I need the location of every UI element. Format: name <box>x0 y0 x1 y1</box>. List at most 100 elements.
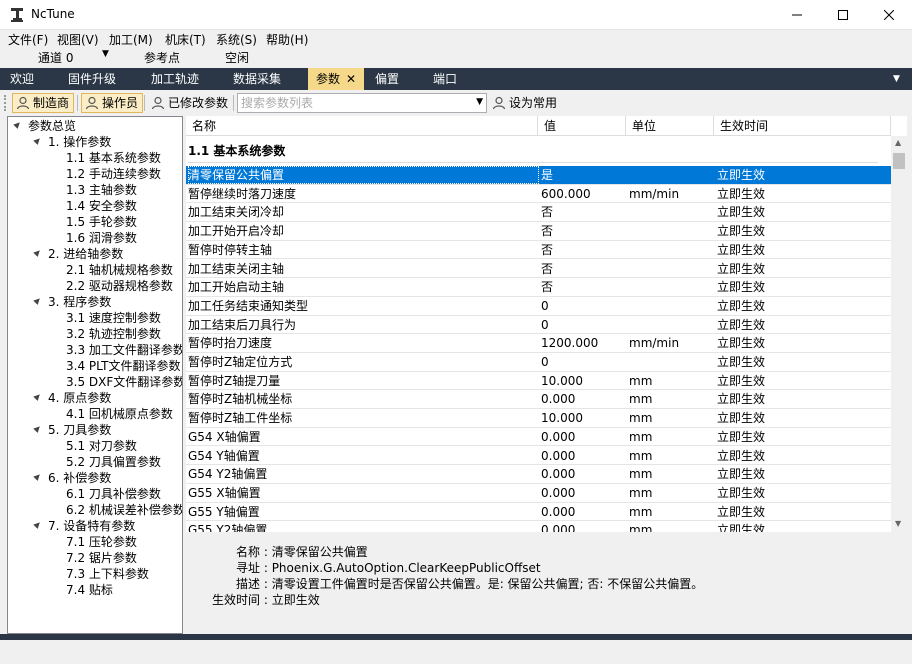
tree-leaf-item[interactable]: 3.2 轨迹控制参数 <box>66 326 161 342</box>
close-button[interactable] <box>866 0 912 30</box>
param-value-cell[interactable]: 1200.000 <box>541 334 626 352</box>
channel-select[interactable]: 通道 0 <box>38 49 73 66</box>
param-value-cell[interactable]: 0 <box>541 316 626 334</box>
menu-file[interactable]: 文件(F) <box>8 31 48 48</box>
tree-group-item[interactable]: ▲ 3. 程序参数 <box>33 294 112 310</box>
menu-process[interactable]: 加工(M) <box>109 31 153 48</box>
tree-leaf-item[interactable]: 4.1 回机械原点参数 <box>66 406 173 422</box>
tree-leaf-item[interactable]: 1.6 润滑参数 <box>66 230 137 246</box>
tree-leaf-item[interactable]: 1.1 基本系统参数 <box>66 150 161 166</box>
tree-group-item[interactable]: ▲ 参数总览 <box>13 118 76 134</box>
param-value-cell[interactable]: 否 <box>541 260 626 278</box>
tree-expand-icon[interactable]: ▲ <box>30 389 48 407</box>
operator-button[interactable]: 操作员 <box>81 93 144 113</box>
param-tree[interactable]: ▲ 参数总览 ▲ 1. 操作参数 1.1 基本系统参数 1.2 手动连续参数 1.3 主轴参… <box>7 116 183 634</box>
set-common-button[interactable]: 设为常用 <box>488 93 562 113</box>
param-value-cell[interactable]: 0.000 <box>541 447 626 465</box>
menu-system[interactable]: 系统(S) <box>216 31 257 48</box>
tree-group-item[interactable]: ▲ 5. 刀具参数 <box>33 422 112 438</box>
column-header-unit[interactable]: 单位 <box>626 116 714 136</box>
chevron-down-icon[interactable]: ▼ <box>476 97 483 107</box>
tree-expand-icon[interactable]: ▲ <box>30 293 48 311</box>
param-row[interactable]: 清零保留公共偏置是 立即生效 <box>186 166 891 185</box>
tree-leaf-item[interactable]: 5.1 对刀参数 <box>66 438 137 454</box>
tab-toolpath[interactable]: 加工轨迹 <box>151 68 199 90</box>
param-value-cell[interactable]: 10.000 <box>541 372 626 390</box>
param-value-cell[interactable]: 0.000 <box>541 428 626 446</box>
tab-offset[interactable]: 偏置 <box>375 68 399 90</box>
column-header-effect[interactable]: 生效时间 <box>714 116 891 136</box>
column-header-name[interactable]: 名称 <box>186 116 538 136</box>
param-row[interactable]: 暂停继续时落刀速度 600.000 mm/min 立即生效 <box>186 185 891 204</box>
tree-expand-icon[interactable]: ▲ <box>30 469 48 487</box>
param-row[interactable]: G54 Y轴偏置 0.000 mm 立即生效 <box>186 447 891 466</box>
tree-leaf-item[interactable]: 6.2 机械误差补偿参数 <box>66 502 182 518</box>
group-header[interactable]: 1.1 基本系统参数 <box>188 142 285 159</box>
param-row[interactable]: 暂停时Z轴工件坐标 10.000 mm 立即生效 <box>186 409 891 428</box>
tree-leaf-item[interactable]: 3.3 加工文件翻译参数 <box>66 342 182 358</box>
param-row[interactable]: 暂停时Z轴机械坐标 0.000 mm 立即生效 <box>186 390 891 410</box>
tree-expand-icon[interactable]: ▲ <box>10 117 28 135</box>
scroll-up-icon[interactable]: ▲ <box>895 138 901 147</box>
tree-leaf-item[interactable]: 1.5 手轮参数 <box>66 214 137 230</box>
param-row[interactable]: 暂停时停转主轴 否 立即生效 <box>186 241 891 260</box>
param-value-cell[interactable]: 0.000 <box>541 484 626 502</box>
tree-leaf-item[interactable]: 1.2 手动连续参数 <box>66 166 161 182</box>
menu-machine[interactable]: 机床(T) <box>165 31 206 48</box>
tree-leaf-item[interactable]: 2.1 轴机械规格参数 <box>66 262 173 278</box>
vertical-scrollbar[interactable]: ▲ ▼ <box>891 136 907 532</box>
tab-list-chevron-icon[interactable]: ▼ <box>893 74 900 84</box>
tree-leaf-item[interactable]: 7.4 贴标 <box>66 582 113 598</box>
param-value-cell[interactable]: 600.000 <box>541 185 626 203</box>
param-value-cell[interactable]: 否 <box>541 278 626 296</box>
param-row[interactable]: G54 X轴偏置 0.000 mm 立即生效 <box>186 428 891 447</box>
tree-leaf-item[interactable]: 7.1 压轮参数 <box>66 534 137 550</box>
tree-leaf-item[interactable]: 2.2 驱动器规格参数 <box>66 278 173 294</box>
param-value-cell[interactable]: 0.000 <box>541 465 626 483</box>
tree-leaf-item[interactable]: 3.5 DXF文件翻译参数 <box>66 374 182 390</box>
tree-leaf-item[interactable]: 6.1 刀具补偿参数 <box>66 486 161 502</box>
tab-port[interactable]: 端口 <box>433 68 457 90</box>
tree-leaf-item[interactable]: 7.3 上下料参数 <box>66 566 149 582</box>
tree-group-item[interactable]: ▲ 4. 原点参数 <box>33 390 112 406</box>
param-value-cell[interactable]: 10.000 <box>541 409 626 427</box>
tree-group-item[interactable]: ▲ 2. 进给轴参数 <box>33 246 124 262</box>
param-value-cell[interactable]: 否 <box>541 203 626 221</box>
param-row[interactable]: 暂停时Z轴提刀量 10.000 mm 立即生效 <box>186 372 891 391</box>
column-header-value[interactable]: 值 <box>538 116 626 136</box>
menu-view[interactable]: 视图(V) <box>57 31 99 48</box>
maximize-button[interactable] <box>820 0 866 30</box>
param-value-cell[interactable]: 0.000 <box>541 503 626 521</box>
tree-leaf-item[interactable]: 3.4 PLT文件翻译参数 <box>66 358 181 374</box>
param-value-cell[interactable]: 否 <box>541 222 626 240</box>
tree-group-item[interactable]: ▲ 1. 操作参数 <box>33 134 112 150</box>
close-tab-icon[interactable]: ✕ <box>346 72 356 86</box>
tree-leaf-item[interactable]: 5.2 刀具偏置参数 <box>66 454 161 470</box>
param-row[interactable]: 加工结束关闭主轴 否 立即生效 <box>186 260 891 279</box>
tree-expand-icon[interactable]: ▲ <box>30 517 48 535</box>
param-row[interactable]: G55 X轴偏置 0.000 mm 立即生效 <box>186 484 891 503</box>
tab-parameters[interactable]: 参数 ✕ <box>308 68 365 90</box>
tree-expand-icon[interactable]: ▲ <box>30 133 48 151</box>
chevron-down-icon[interactable]: ▼ <box>102 49 109 59</box>
param-value-cell[interactable]: 0 <box>541 353 626 371</box>
param-row[interactable]: 加工结束关闭冷却 否 立即生效 <box>186 203 891 223</box>
param-value-cell[interactable]: 否 <box>541 241 626 259</box>
tree-leaf-item[interactable]: 1.3 主轴参数 <box>66 182 137 198</box>
tree-expand-icon[interactable]: ▲ <box>30 245 48 263</box>
param-row[interactable]: G55 Y2轴偏置 0.000 mm 立即生效 <box>186 521 891 532</box>
param-search-combobox[interactable]: ▼ <box>237 93 487 113</box>
tree-leaf-item[interactable]: 7.2 锯片参数 <box>66 550 137 566</box>
tree-expand-icon[interactable]: ▲ <box>30 421 48 439</box>
param-row[interactable]: G55 Y轴偏置 0.000 mm 立即生效 <box>186 503 891 522</box>
menu-help[interactable]: 帮助(H) <box>266 31 308 48</box>
toolbar-grip[interactable] <box>4 95 8 111</box>
tab-data-capture[interactable]: 数据采集 <box>233 68 281 90</box>
param-value-cell[interactable]: 是 <box>541 166 626 184</box>
param-value-cell[interactable]: 0 <box>541 297 626 315</box>
param-row[interactable]: 加工任务结束通知类型 0 立即生效 <box>186 297 891 316</box>
manufacturer-button[interactable]: 制造商 <box>12 93 75 113</box>
tree-group-item[interactable]: ▲ 7. 设备特有参数 <box>33 518 136 534</box>
param-row[interactable]: 加工结束后刀具行为 0 立即生效 <box>186 316 891 335</box>
scroll-down-icon[interactable]: ▼ <box>895 519 901 528</box>
